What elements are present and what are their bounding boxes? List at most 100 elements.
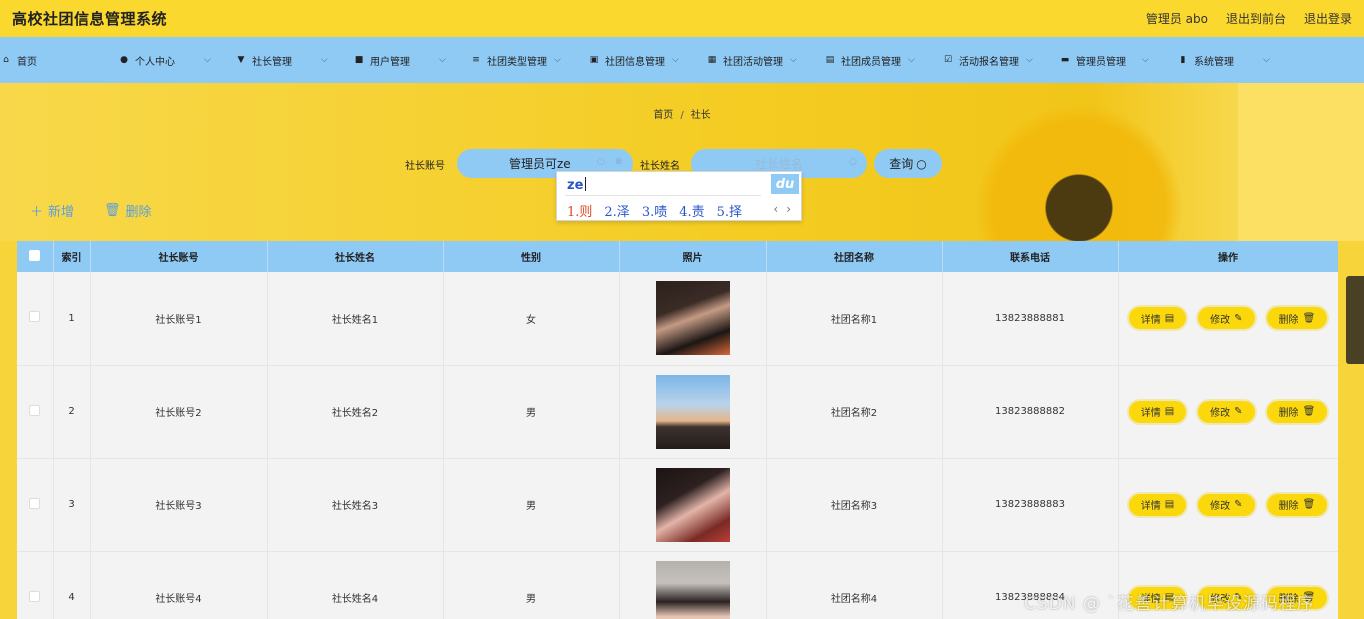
trash-icon: 🗑 — [104, 203, 121, 218]
nav-item-president-management[interactable]: ▼ 社长管理 ⌵ — [235, 37, 353, 83]
clear-icon[interactable]: ⊗ — [615, 157, 623, 167]
exit-to-front-link[interactable]: 退出到前台 — [1226, 10, 1286, 27]
delete-label: 删除 — [1278, 314, 1299, 326]
column-header: 性别 — [443, 241, 620, 272]
film-icon: ▣ — [589, 55, 599, 65]
add-button[interactable]: ＋ 新增 — [30, 201, 74, 220]
bulk-delete-button[interactable]: 🗑 删除 — [104, 201, 152, 220]
ime-composition: ze — [567, 177, 586, 193]
side-drawer-handle[interactable] — [1346, 276, 1364, 364]
account-cell: 社长账号4 — [90, 551, 268, 619]
account-cell: 社长账号3 — [90, 458, 268, 552]
name-cell: 社长姓名1 — [267, 272, 444, 366]
edit-button[interactable]: 修改 ✎ — [1196, 491, 1257, 518]
delete-button[interactable]: 删除 🗑 — [1264, 305, 1330, 332]
nav-item-personal-center[interactable]: ● 个人中心 ⌵ — [118, 37, 235, 83]
name-search-placeholder: 社长姓名 — [754, 157, 803, 171]
photo-cell — [619, 365, 767, 459]
ime-candidate-popup: ze du 1.则 2.泽 3.啧 4.责 5.择 ‹ › — [556, 171, 802, 221]
table-header-row: 索引 社长账号 社长姓名 性别 照片 社团名称 联系电话 操作 — [17, 241, 1338, 272]
president-photo[interactable] — [655, 467, 730, 542]
ime-candidate[interactable]: 5.择 — [717, 201, 742, 220]
delete-button[interactable]: 删除 🗑 — [1264, 584, 1330, 611]
gender-cell: 男 — [443, 551, 620, 619]
nav-item-club-activity-management[interactable]: ▦ 社团活动管理 ⌵ — [706, 37, 824, 83]
ime-candidates: 1.则 2.泽 3.啧 4.责 5.择 — [567, 201, 742, 220]
row-checkbox[interactable] — [29, 590, 41, 602]
document-icon: ▤ — [1164, 312, 1175, 324]
name-cell: 社长姓名2 — [267, 365, 444, 459]
row-select-cell[interactable] — [17, 272, 54, 366]
query-button[interactable]: 查询 ○ — [874, 149, 942, 178]
admin-icon: ▬ — [1060, 55, 1070, 65]
nav-item-admin-management[interactable]: ▬ 管理员管理 ⌵ — [1059, 37, 1177, 83]
toolbar-actions: ＋ 新增 🗑 删除 — [30, 201, 152, 220]
edit-button[interactable]: 修改 ✎ — [1196, 584, 1257, 611]
search-icon: ○ — [597, 157, 605, 167]
president-photo[interactable] — [655, 560, 730, 619]
president-table: 索引 社长账号 社长姓名 性别 照片 社团名称 联系电话 操作 1 社长账号1 … — [17, 241, 1338, 619]
ime-candidate[interactable]: 1.则 — [567, 201, 592, 220]
nav-item-label: 社团活动管理 — [723, 56, 783, 68]
nav-item-activity-signup-management[interactable]: ☑ 活动报名管理 ⌵ — [942, 37, 1059, 83]
column-header: 操作 — [1118, 241, 1338, 272]
nav-item-label: 用户管理 — [370, 56, 410, 68]
chevron-down-icon: ⌵ — [1263, 55, 1270, 65]
plus-icon: ＋ — [30, 205, 44, 220]
president-photo[interactable] — [655, 374, 730, 449]
row-checkbox[interactable] — [29, 311, 41, 323]
row-select-cell[interactable] — [17, 458, 54, 552]
nav-item-home[interactable]: ⌂ 首页 — [0, 37, 118, 83]
top-header: 高校社团信息管理系统 管理员 abo 退出到前台 退出登录 — [0, 0, 1364, 37]
ime-candidate[interactable]: 3.啧 — [642, 201, 667, 220]
nav-item-club-member-management[interactable]: ▤ 社团成员管理 ⌵ — [824, 37, 942, 83]
club-cell: 社团名称3 — [766, 458, 943, 552]
phone-cell: 13823888884 — [942, 551, 1119, 619]
index-cell: 3 — [53, 458, 91, 552]
grid-icon: ▦ — [707, 55, 717, 65]
logout-link[interactable]: 退出登录 — [1304, 10, 1352, 27]
row-select-cell[interactable] — [17, 365, 54, 459]
account-cell: 社长账号2 — [90, 365, 268, 459]
top-links: 管理员 abo 退出到前台 退出登录 — [1146, 10, 1352, 27]
nav-item-club-info-management[interactable]: ▣ 社团信息管理 ⌵ — [588, 37, 706, 83]
briefcase-icon: ■ — [354, 55, 364, 65]
search-icon: ○ — [916, 156, 927, 171]
nav-item-user-management[interactable]: ■ 用户管理 ⌵ — [353, 37, 470, 83]
select-all-cell[interactable] — [17, 241, 54, 272]
column-header: 社团名称 — [766, 241, 943, 272]
row-checkbox[interactable] — [29, 404, 41, 416]
delete-button[interactable]: 删除 🗑 — [1264, 398, 1330, 425]
detail-button[interactable]: 详情 ▤ — [1126, 584, 1189, 611]
detail-button[interactable]: 详情 ▤ — [1126, 305, 1189, 332]
detail-label: 详情 — [1140, 408, 1161, 419]
select-all-checkbox[interactable] — [29, 249, 41, 261]
chevron-down-icon: ⌵ — [908, 55, 915, 65]
pencil-icon: ✎ — [1234, 499, 1243, 510]
nav-item-system-management[interactable]: ▮ 系统管理 ⌵ — [1177, 37, 1297, 83]
edit-button[interactable]: 修改 ✎ — [1196, 305, 1257, 332]
trash-icon: 🗑 — [1302, 499, 1316, 510]
delete-button[interactable]: 删除 🗑 — [1264, 491, 1330, 518]
table-row: 2 社长账号2 社长姓名2 男 社团名称2 13823888882 详情 ▤ 修改… — [17, 365, 1338, 459]
edit-label: 修改 — [1210, 501, 1231, 512]
ime-candidate[interactable]: 2.泽 — [604, 201, 629, 220]
chevron-left-icon[interactable]: ‹ — [773, 202, 778, 216]
chevron-right-icon[interactable]: › — [786, 202, 791, 216]
edit-label: 修改 — [1210, 408, 1231, 419]
nav-item-club-type-management[interactable]: ≡ 社团类型管理 ⌵ — [470, 37, 588, 83]
president-photo[interactable] — [655, 281, 730, 356]
nav-item-label: 社长管理 — [252, 56, 292, 68]
detail-button[interactable]: 详情 ▤ — [1126, 398, 1189, 425]
delete-label: 删除 — [1278, 408, 1299, 419]
breadcrumb-home[interactable]: 首页 — [653, 110, 673, 121]
row-select-cell[interactable] — [17, 551, 54, 619]
ime-candidate[interactable]: 4.责 — [679, 201, 704, 220]
photo-cell — [619, 458, 767, 552]
phone-cell: 13823888881 — [942, 272, 1119, 366]
edit-button[interactable]: 修改 ✎ — [1196, 398, 1257, 425]
row-checkbox[interactable] — [29, 497, 41, 509]
detail-button[interactable]: 详情 ▤ — [1126, 491, 1189, 518]
main-nav: ⌂ 首页 ● 个人中心 ⌵ ▼ 社长管理 ⌵ ■ 用户管理 ⌵ ≡ 社团类型管理… — [0, 37, 1364, 83]
name-cell: 社长姓名3 — [267, 458, 444, 552]
